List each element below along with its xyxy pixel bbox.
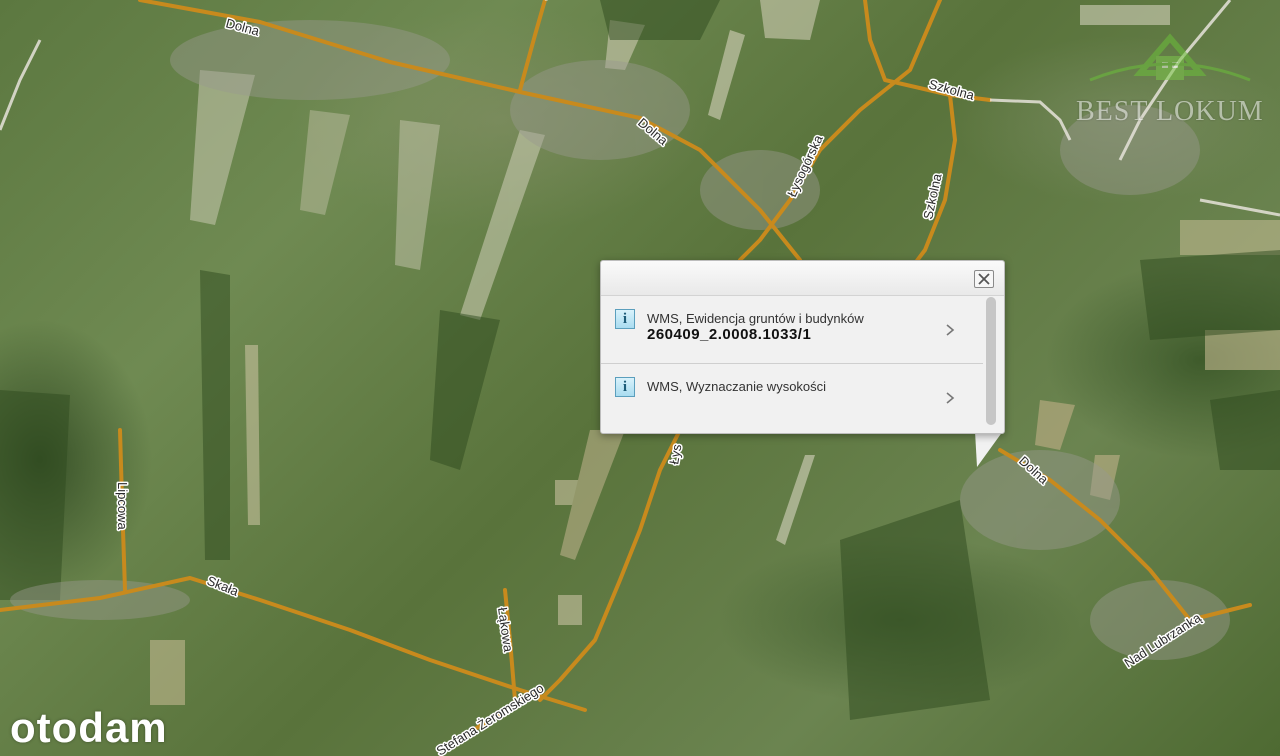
label-skala: Skała	[205, 573, 241, 599]
info-icon: i	[615, 377, 635, 397]
road-skala	[0, 576, 587, 712]
chevron-right-icon[interactable]	[945, 391, 955, 405]
popup-row-ewidencja[interactable]: i WMS, Ewidencja gruntów i budynków 2604…	[601, 295, 983, 363]
close-button[interactable]	[974, 270, 994, 288]
parcel-id: 260409_2.0008.1033/1	[647, 326, 812, 343]
label-swier: Św	[536, 0, 554, 1]
label-lakowa: Łąkowa	[495, 606, 516, 653]
label-lipcowa: Lipcowa	[115, 482, 130, 530]
popup-header	[601, 261, 1004, 296]
popup-row-wysokosci[interactable]: i WMS, Wyznaczanie wysokości	[601, 364, 983, 424]
best-lokum-logo: BEST LOKUM	[1070, 18, 1270, 138]
otodom-logo: otodam	[10, 704, 168, 751]
feature-info-popup: i WMS, Ewidencja gruntów i budynków 2604…	[600, 260, 1005, 434]
popup-pointer	[975, 431, 1003, 467]
watermark-text: BEST LOKUM	[1076, 96, 1264, 127]
road-szkolna-east	[863, 0, 992, 102]
popup-scrollbar[interactable]	[986, 297, 996, 425]
label-lysogorska-2: Łys	[666, 443, 684, 466]
info-icon: i	[615, 309, 635, 329]
row-title: WMS, Wyznaczanie wysokości	[647, 379, 827, 394]
close-icon	[978, 273, 990, 285]
row-title: WMS, Ewidencja gruntów i budynków	[647, 311, 864, 326]
road-lysogorska-south	[538, 428, 682, 702]
scrollbar-thumb[interactable]	[986, 297, 996, 425]
house-logo-icon	[1089, 33, 1251, 82]
chevron-right-icon[interactable]	[945, 323, 955, 337]
label-zeromskiego: Stefana Żeromskiego	[434, 680, 547, 756]
